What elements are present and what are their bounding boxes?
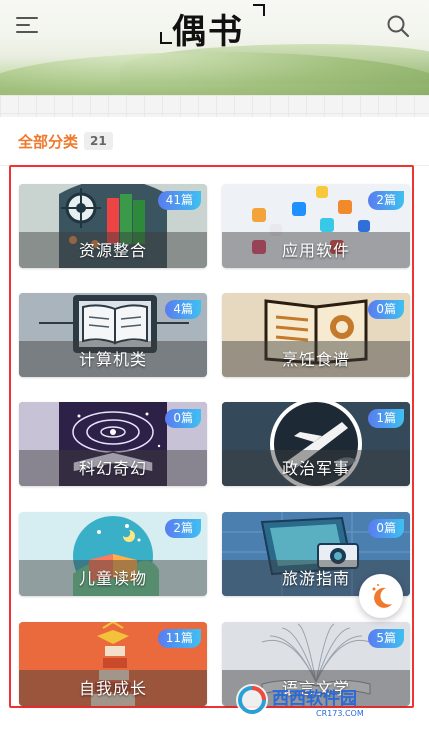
article-count-badge: 4篇 <box>165 300 201 319</box>
watermark-subtext: CR173.COM <box>316 709 364 718</box>
section-title: 全部分类 <box>18 132 79 151</box>
category-name: 资源整合 <box>78 241 147 260</box>
article-count-badge: 0篇 <box>165 409 201 428</box>
article-count-badge: 2篇 <box>368 191 404 210</box>
category-card-apps[interactable]: 2篇 应用软件 <box>222 184 410 268</box>
category-name: 计算机类 <box>78 350 147 369</box>
category-name: 烹饪食谱 <box>281 350 350 369</box>
app-logo-text: 偶书 <box>172 12 244 52</box>
category-card-growth[interactable]: 11篇 自我成长 <box>19 622 207 706</box>
article-count-badge: 11篇 <box>157 629 201 648</box>
category-card-politics[interactable]: 1篇 政治军事 <box>222 402 410 486</box>
article-count-badge: 0篇 <box>368 519 404 538</box>
category-card-computer[interactable]: 4篇 计算机类 <box>19 293 207 377</box>
moon-icon <box>372 584 392 608</box>
header-divider <box>0 95 429 117</box>
section-header: 全部分类 21 <box>18 129 113 153</box>
article-count-badge: 2篇 <box>165 519 201 538</box>
category-name: 科幻奇幻 <box>78 459 147 478</box>
category-card-children[interactable]: 2篇 儿童读物 <box>19 512 207 596</box>
menu-icon[interactable] <box>16 14 40 36</box>
header: 偶书 <box>0 0 429 95</box>
category-count-badge: 21 <box>84 132 113 150</box>
app-logo: 偶书 <box>160 2 265 52</box>
watermark-text: 西西软件园 <box>272 688 357 709</box>
article-count-badge: 0篇 <box>368 300 404 319</box>
category-name: 儿童读物 <box>78 569 147 588</box>
category-name: 自我成长 <box>78 679 147 698</box>
article-count-badge: 1篇 <box>368 409 404 428</box>
category-name: 政治军事 <box>281 459 350 478</box>
article-count-badge: 41篇 <box>157 191 201 210</box>
category-card-cooking[interactable]: 0篇 烹饪食谱 <box>222 293 410 377</box>
article-count-badge: 5篇 <box>368 629 404 648</box>
category-name: 应用软件 <box>281 241 350 260</box>
watermark: 西西软件园 CR173.COM <box>230 680 410 720</box>
search-icon[interactable] <box>386 14 410 38</box>
category-card-resources[interactable]: 41篇 资源整合 <box>19 184 207 268</box>
night-mode-button[interactable] <box>359 574 403 618</box>
category-card-scifi[interactable]: 0篇 科幻奇幻 <box>19 402 207 486</box>
